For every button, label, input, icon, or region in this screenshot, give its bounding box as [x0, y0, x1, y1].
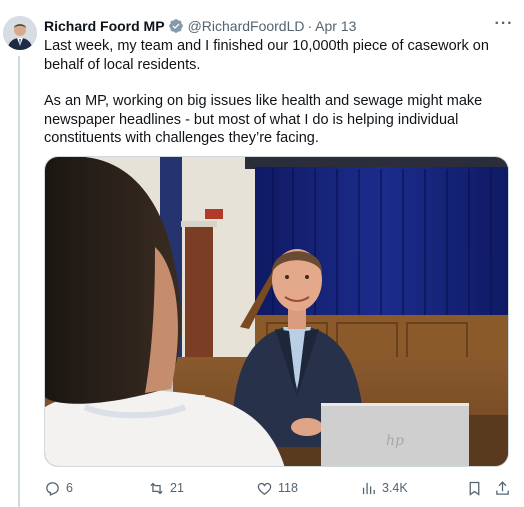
author-handle[interactable]: @RichardFoordLD [188, 18, 305, 34]
separator-dot: · [307, 18, 313, 34]
tweet-photo[interactable]: hp [44, 156, 509, 467]
tweet-header: Richard Foord MP @RichardFoordLD · Apr 1… [44, 16, 514, 36]
tweet-text: Last week, my team and I finished our 10… [44, 37, 512, 166]
share-button[interactable] [494, 480, 511, 497]
verified-badge-icon [168, 19, 183, 33]
views-icon [362, 482, 375, 494]
reply-count: 6 [66, 481, 73, 495]
bookmark-icon [469, 481, 480, 496]
views-button[interactable]: 3.4K [360, 480, 408, 497]
repost-count: 21 [170, 481, 184, 495]
repost-button[interactable]: 21 [148, 480, 184, 497]
like-button[interactable]: 118 [256, 480, 298, 497]
share-icon [496, 480, 509, 495]
like-count: 118 [278, 481, 298, 495]
reply-icon [46, 481, 59, 496]
tweet-date[interactable]: Apr 13 [315, 18, 356, 34]
avatar[interactable] [3, 16, 37, 50]
tweet-paragraph: Last week, my team and I finished our 10… [44, 38, 489, 73]
reply-button[interactable]: 6 [44, 480, 73, 497]
thread-line [18, 56, 20, 507]
author-name[interactable]: Richard Foord MP [44, 18, 165, 34]
views-count: 3.4K [382, 481, 408, 495]
action-bar: 6 21 118 3.4K [44, 477, 514, 499]
like-icon [257, 482, 272, 495]
bookmark-button[interactable] [466, 480, 483, 497]
hp-logo: hp [386, 433, 404, 449]
tweet-paragraph: As an MP, working on big issues like hea… [44, 93, 483, 146]
more-icon[interactable]: ··· [494, 14, 514, 34]
repost-icon [150, 482, 163, 494]
